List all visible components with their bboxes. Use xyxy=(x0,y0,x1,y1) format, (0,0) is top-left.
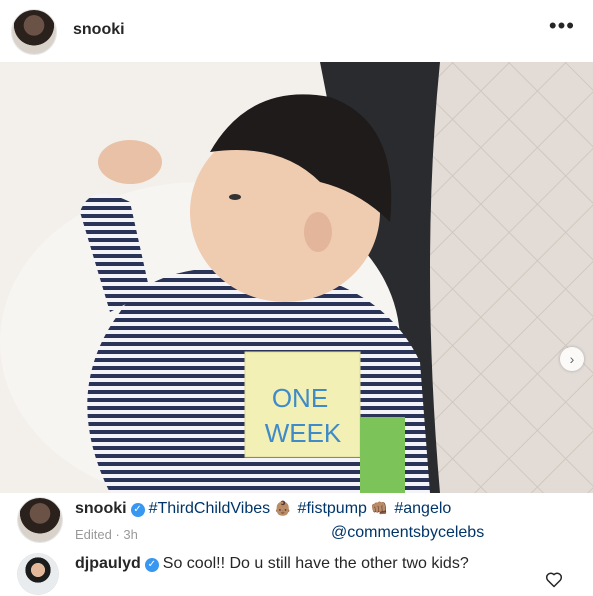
commenter-avatar[interactable] xyxy=(18,554,58,594)
post-header: snooki ••• xyxy=(0,0,593,62)
sticky-note-line-2: WEEK xyxy=(265,418,342,448)
commenter-username[interactable]: djpaulyd xyxy=(75,555,141,572)
poster-avatar[interactable] xyxy=(12,10,56,54)
verified-badge-icon: ✓ xyxy=(144,558,159,572)
edited-timestamp: Edited · 3h xyxy=(75,527,138,542)
comment-body: djpaulyd ✓ So cool!! Do u still have the o… xyxy=(75,554,545,573)
comment-text: So cool!! Do u still have the other two … xyxy=(162,555,469,572)
hashtag-fistpump[interactable]: #fistpump xyxy=(298,500,367,517)
post-photo[interactable]: ONE WEEK › xyxy=(0,62,593,493)
fist-emoji: 👊🏽 xyxy=(370,500,389,516)
baby-photo-illustration: ONE WEEK xyxy=(0,62,593,493)
verified-badge-icon: ✓ xyxy=(130,503,145,517)
comment-row: djpaulyd ✓ So cool!! Do u still have the o… xyxy=(0,548,593,596)
caption-username[interactable]: snooki xyxy=(75,500,127,517)
hashtag-angelo[interactable]: #angelo xyxy=(394,500,451,517)
caption-line: snooki ✓ #ThirdChildVibes 👶🏽 #fistpump 👊🏽 #ang… xyxy=(75,500,451,518)
sticky-note-line-1: ONE xyxy=(272,383,328,413)
mention-link[interactable]: @commentsbycelebs xyxy=(331,524,484,542)
chevron-right-icon: › xyxy=(569,351,575,367)
baby-emoji: 👶🏽 xyxy=(274,500,292,516)
post-caption: snooki ✓ #ThirdChildVibes 👶🏽 #fistpump 👊🏽 #ang… xyxy=(0,493,593,548)
next-image-button[interactable]: › xyxy=(560,347,584,371)
heart-outline-icon[interactable] xyxy=(544,569,564,589)
more-options-icon[interactable]: ••• xyxy=(549,13,575,39)
hashtag-thirdchildvibes[interactable]: #ThirdChildVibes xyxy=(149,500,271,517)
caption-avatar[interactable] xyxy=(18,498,62,542)
poster-username[interactable]: snooki xyxy=(73,21,125,39)
